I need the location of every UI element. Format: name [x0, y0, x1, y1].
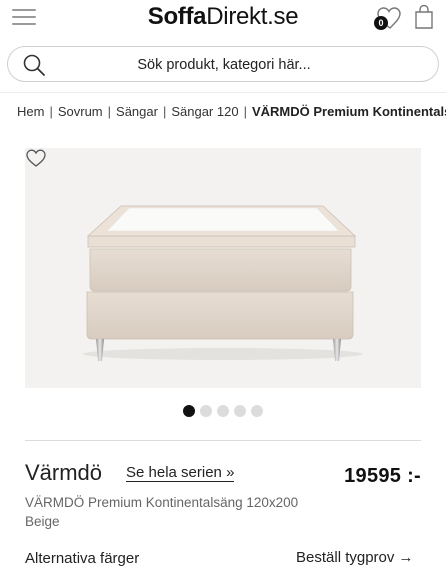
breadcrumb-sangar[interactable]: Sängar	[116, 104, 158, 119]
gallery-dot-5[interactable]	[251, 405, 263, 417]
logo-bold: Soffa	[147, 3, 207, 30]
alternative-colors-label: Alternativa färger	[25, 550, 140, 567]
breadcrumb-sovrum[interactable]: Sovrum	[58, 104, 103, 119]
search-input[interactable]: Sök produkt, kategori här...	[7, 46, 439, 82]
gallery-dots	[183, 405, 273, 417]
order-sample-label: Beställ tygprov	[296, 549, 395, 566]
header: SoffaDirekt.se 0	[0, 0, 446, 38]
product-image[interactable]	[25, 148, 421, 388]
breadcrumb-sangar-120[interactable]: Sängar 120	[171, 104, 238, 119]
logo-light: Direkt.se	[206, 3, 299, 30]
order-fabric-sample-link[interactable]: Beställ tygprov →	[296, 549, 413, 566]
breadcrumb: Hem | Sovrum | Sängar | Sängar 120 | VÄRMDÖ Prem…	[17, 104, 446, 119]
cart-button[interactable]	[412, 3, 436, 31]
wishlist-heart-icon[interactable]	[25, 148, 47, 168]
product-price: 19595 :-	[344, 465, 421, 487]
shopping-bag-icon	[415, 4, 433, 29]
header-divider	[0, 92, 446, 93]
favorites-count-badge: 0	[374, 16, 388, 30]
breadcrumb-separator: |	[243, 104, 247, 119]
breadcrumb-current: VÄRMDÖ Premium Kontinentalsäng 120x200 B…	[251, 104, 446, 119]
breadcrumb-home[interactable]: Hem	[17, 104, 44, 119]
gallery-dot-4[interactable]	[234, 405, 246, 417]
bed-illustration	[83, 205, 363, 361]
product-title: Värmdö	[25, 460, 103, 485]
breadcrumb-separator: |	[49, 104, 53, 119]
favorites-button[interactable]: 0	[372, 4, 404, 32]
section-divider	[25, 440, 421, 441]
gallery-dot-2[interactable]	[200, 405, 212, 417]
gallery-dot-3[interactable]	[217, 405, 229, 417]
series-link[interactable]: Se hela serien »	[126, 464, 235, 482]
arrow-right-icon: →	[398, 549, 414, 566]
search-placeholder: Sök produkt, kategori här...	[137, 57, 311, 73]
breadcrumb-separator: |	[162, 104, 167, 119]
gallery-dot-1[interactable]	[183, 405, 195, 417]
breadcrumb-separator: |	[107, 104, 112, 119]
product-subtitle: VÄRMDÖ Premium Kontinentalsäng 120x200 B…	[25, 495, 299, 529]
